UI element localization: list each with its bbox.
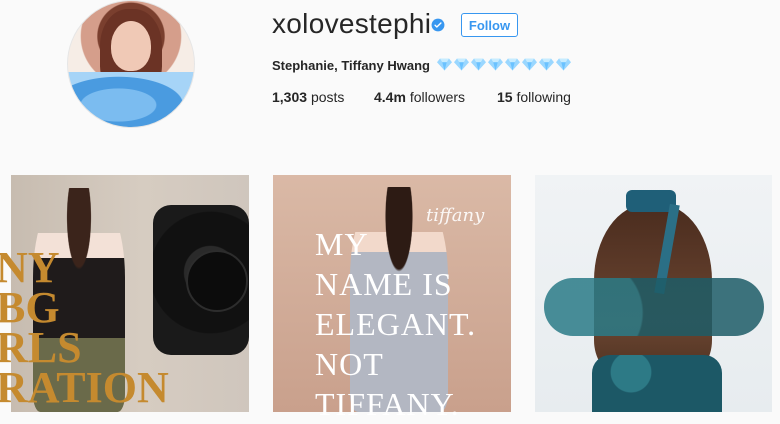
gem-icon bbox=[437, 58, 452, 71]
post-2-text-line: ELEGANT. bbox=[315, 306, 477, 342]
bio-gems bbox=[437, 58, 571, 71]
post-3-dress-image bbox=[592, 355, 722, 412]
followers-label: followers bbox=[409, 89, 466, 105]
post-1-text-line: RLS bbox=[0, 323, 82, 372]
post-2-text-line: MY bbox=[315, 226, 369, 262]
post-3-arms-image bbox=[544, 278, 764, 336]
gem-icon bbox=[488, 58, 503, 71]
posts-count: 1,303 bbox=[272, 89, 308, 105]
posts-label: posts bbox=[310, 89, 345, 105]
following-count: 15 bbox=[497, 89, 513, 105]
gem-icon bbox=[471, 58, 486, 71]
profile-full-name: Stephanie, Tiffany Hwang bbox=[272, 58, 430, 73]
gem-icon bbox=[505, 58, 520, 71]
avatar-fur bbox=[68, 72, 194, 127]
gem-icon bbox=[556, 58, 571, 71]
followers-stat[interactable]: 4.4m followers bbox=[374, 89, 465, 105]
post-1-text-line: BG bbox=[0, 283, 60, 332]
followers-count: 4.4m bbox=[374, 89, 406, 105]
gem-icon bbox=[454, 58, 469, 71]
avatar-face bbox=[111, 21, 151, 71]
post-2-text-line: TIFFANY. bbox=[315, 386, 460, 422]
gem-icon bbox=[522, 58, 537, 71]
profile-username: xolovestephi bbox=[272, 8, 432, 39]
post-2-text-line: NAME IS bbox=[315, 266, 453, 302]
following-stat[interactable]: 15 following bbox=[497, 89, 571, 105]
post-1-text-line: NY bbox=[0, 243, 60, 292]
profile-avatar[interactable] bbox=[67, 0, 195, 128]
verified-badge-icon bbox=[431, 18, 445, 32]
following-label: following bbox=[516, 89, 571, 105]
follow-button[interactable]: Follow bbox=[461, 13, 518, 37]
gem-icon bbox=[539, 58, 554, 71]
post-2-signature: tiffany bbox=[426, 205, 485, 226]
post-2-overlay-text: MY NAME IS ELEGANT. NOT TIFFANY. bbox=[315, 224, 476, 424]
post-1-overlay-text: NY BG RLS RATION bbox=[0, 243, 169, 412]
post-2-text-line: NOT bbox=[315, 346, 384, 382]
watch-face-image bbox=[186, 250, 248, 312]
posts-stat[interactable]: 1,303 posts bbox=[272, 89, 344, 105]
post-1-text-line: RATION bbox=[0, 363, 169, 412]
